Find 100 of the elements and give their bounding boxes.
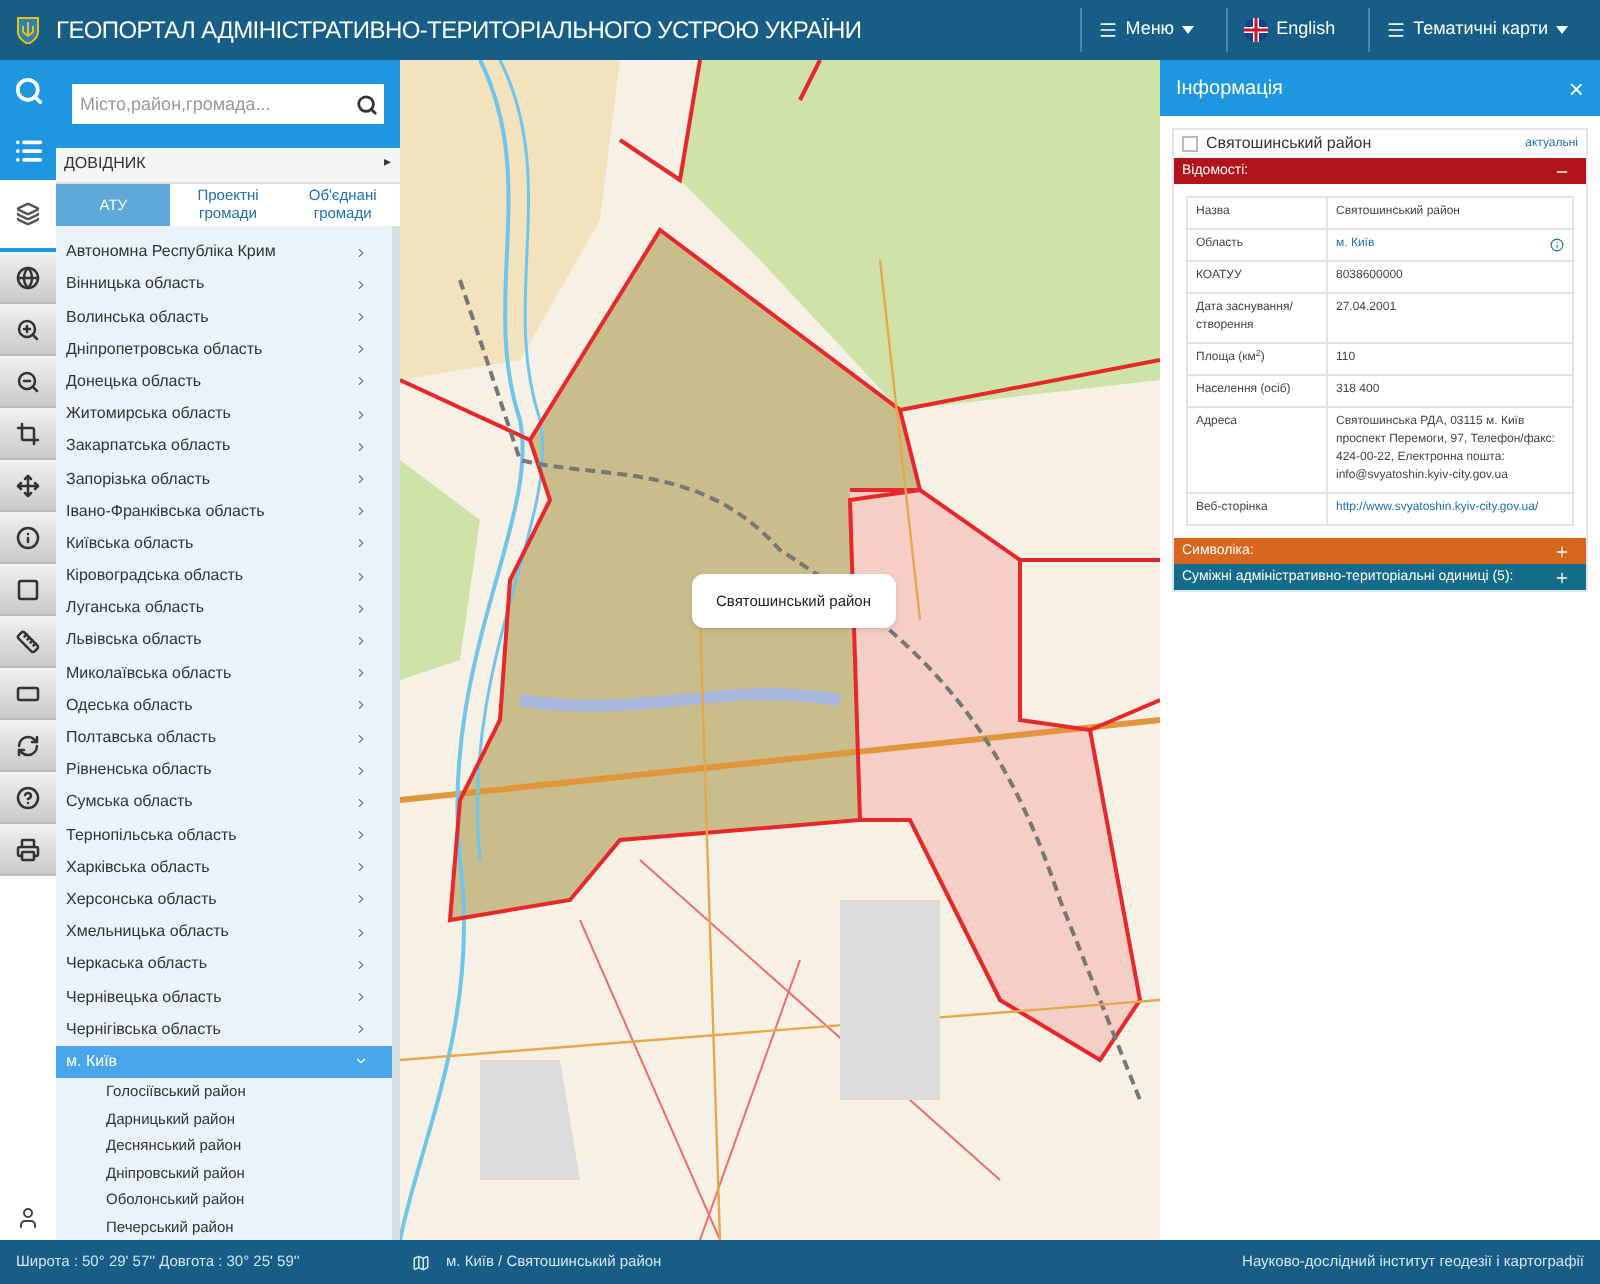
app-title: ГЕОПОРТАЛ АДМІНІСТРАТИВНО-ТЕРИТОРІАЛЬНОГО УСТРОЮ УКРАЇНИ bbox=[56, 14, 862, 48]
unit-name: Святошинський район bbox=[1206, 132, 1374, 156]
region-item[interactable]: Херсонська область bbox=[56, 883, 392, 917]
user-icon bbox=[16, 1206, 40, 1230]
map-icon bbox=[412, 1253, 430, 1271]
chevron-right-icon bbox=[354, 1022, 368, 1037]
region-item[interactable]: Чернівецька область bbox=[56, 980, 392, 1014]
region-item[interactable]: Кіровоградська область bbox=[56, 560, 392, 593]
region-item[interactable]: Донецька область bbox=[56, 365, 392, 399]
layers-icon bbox=[16, 202, 40, 226]
chevron-right-icon bbox=[354, 892, 368, 907]
zoom-in-icon bbox=[16, 317, 40, 341]
chevron-right-icon bbox=[354, 310, 368, 325]
chevron-right-icon bbox=[354, 828, 368, 843]
region-item[interactable]: Вінницька область bbox=[56, 268, 392, 302]
chevron-right-icon bbox=[354, 957, 368, 972]
tool-button[interactable] bbox=[0, 772, 56, 824]
region-item[interactable]: Запорізька область bbox=[56, 462, 392, 496]
chevron-right-icon bbox=[354, 698, 368, 713]
region-item[interactable]: Миколаївська область bbox=[56, 657, 392, 690]
region-item[interactable]: Житомирська область bbox=[56, 398, 392, 431]
tool-button[interactable] bbox=[0, 252, 56, 304]
chevron-right-icon bbox=[354, 763, 368, 778]
region-item[interactable]: Івано-Франківська область bbox=[56, 495, 392, 528]
tool-button[interactable] bbox=[0, 824, 56, 876]
tool-button[interactable] bbox=[0, 408, 56, 460]
search-icon bbox=[13, 75, 43, 105]
checkbox[interactable] bbox=[1182, 136, 1198, 152]
info-icon[interactable] bbox=[1550, 238, 1564, 252]
tool-button[interactable] bbox=[0, 616, 56, 668]
region-item[interactable]: Волинська область bbox=[56, 301, 392, 334]
tool-button[interactable] bbox=[0, 356, 56, 408]
tool-button[interactable] bbox=[0, 668, 56, 720]
chevron-right-icon bbox=[354, 374, 368, 389]
info-icon bbox=[16, 525, 40, 549]
crop-icon bbox=[16, 421, 40, 445]
chevron-right-icon bbox=[354, 666, 368, 681]
menu-icon bbox=[1385, 20, 1406, 40]
chevron-right-icon bbox=[354, 245, 368, 260]
chevron-right-icon bbox=[354, 925, 368, 940]
chevron-right-icon bbox=[354, 633, 368, 648]
region-item[interactable]: Харківська область bbox=[56, 851, 392, 884]
tool-button[interactable] bbox=[0, 564, 56, 616]
chevron-down-icon bbox=[354, 1054, 368, 1069]
chevron-right-icon bbox=[354, 504, 368, 519]
search-icon bbox=[355, 93, 377, 115]
region-item[interactable]: Закарпатська область bbox=[56, 430, 392, 463]
chevron-right-icon bbox=[354, 860, 368, 875]
panel-title: Інформація bbox=[1176, 75, 1283, 103]
expand-icon bbox=[1554, 569, 1570, 585]
flag-icon bbox=[1244, 18, 1269, 42]
chevron-right-icon bbox=[354, 407, 368, 422]
search-field[interactable]: Місто,район,громада... bbox=[72, 84, 348, 124]
region-item[interactable]: Тернопільська область bbox=[56, 819, 392, 852]
region-item[interactable]: Рівненська область bbox=[56, 754, 392, 787]
chevron-right-icon bbox=[354, 439, 368, 454]
tool-button[interactable] bbox=[0, 720, 56, 772]
menu-button[interactable]: Тематичні карти bbox=[1367, 8, 1584, 52]
region-item[interactable]: Львівська область bbox=[56, 624, 392, 658]
chevron-right-icon bbox=[354, 472, 368, 487]
search-button[interactable] bbox=[348, 84, 384, 124]
region-item[interactable]: Київська область bbox=[56, 527, 392, 561]
tool-button[interactable] bbox=[0, 304, 56, 356]
region-item[interactable]: Хмельницька область bbox=[56, 916, 392, 949]
help-icon bbox=[16, 785, 40, 809]
region-item[interactable]: Сумська область bbox=[56, 786, 392, 820]
printer-icon bbox=[16, 837, 40, 861]
chevron-right-icon bbox=[354, 342, 368, 357]
list-icon bbox=[13, 135, 43, 165]
region-item[interactable]: Полтавська область bbox=[56, 721, 392, 755]
globe-icon bbox=[16, 265, 40, 289]
chevron-right-icon bbox=[354, 731, 368, 746]
directory-title: ДОВІДНИК bbox=[64, 152, 146, 177]
language-button[interactable]: English bbox=[1226, 8, 1352, 52]
chevron-right-icon bbox=[354, 795, 368, 810]
chevron-right-icon bbox=[354, 569, 368, 584]
region-item[interactable]: Черкаська область bbox=[56, 948, 392, 981]
expand-icon bbox=[1554, 543, 1570, 559]
caret-icon bbox=[1182, 26, 1195, 34]
emblem-icon bbox=[16, 16, 40, 44]
refresh-icon bbox=[16, 733, 40, 757]
ruler-icon bbox=[16, 629, 40, 653]
menu-button[interactable]: Меню bbox=[1079, 8, 1211, 52]
region-item[interactable]: Автономна Республіка Крим bbox=[56, 236, 392, 269]
chevron-right-icon bbox=[354, 990, 368, 1005]
square-icon bbox=[16, 577, 40, 601]
menu-icon bbox=[1097, 20, 1118, 40]
move-icon bbox=[16, 473, 40, 497]
chevron-right-icon bbox=[354, 277, 368, 292]
region-item[interactable]: Дніпропетровська область bbox=[56, 333, 392, 366]
tool-button[interactable] bbox=[0, 460, 56, 512]
zoom-out-icon bbox=[16, 369, 40, 393]
chevron-right-icon bbox=[354, 601, 368, 616]
caret-icon bbox=[1556, 26, 1568, 34]
rectangle-icon bbox=[16, 681, 40, 705]
tool-button[interactable] bbox=[0, 512, 56, 564]
region-item[interactable]: Чернігівська область bbox=[56, 1013, 392, 1046]
region-item[interactable]: Луганська область bbox=[56, 592, 392, 625]
region-item[interactable]: Одеська область bbox=[56, 689, 392, 722]
chevron-right-icon bbox=[354, 536, 368, 551]
